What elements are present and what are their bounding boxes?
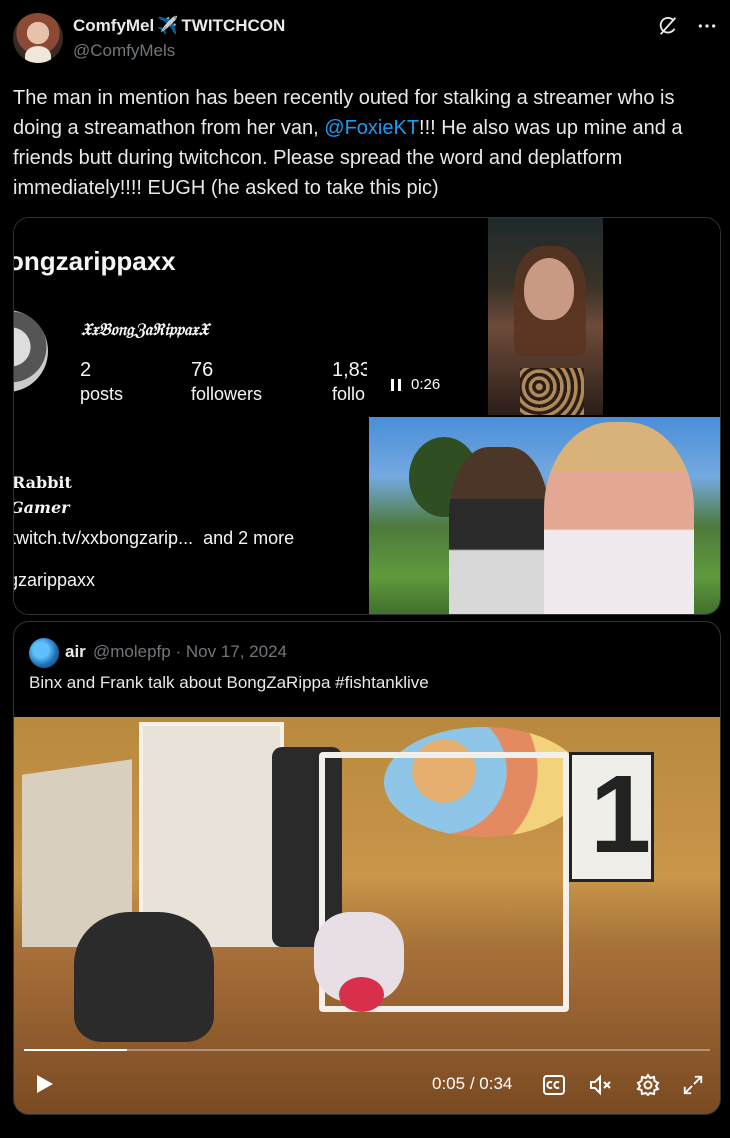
ig-fancy-name: 𝔛𝔵𝔅𝔬𝔫𝔤ℨ𝔞ℜ𝔦𝔭𝔭𝔞𝔵𝔛 [81,320,209,340]
author-name-suffix[interactable]: TWITCHCON [181,16,285,35]
video-media[interactable]: 0:26 [369,218,720,415]
scene-roses [339,977,384,1012]
video-thumbnail [488,218,603,415]
ig-handle-secondary: gzarippaxx [14,570,96,590]
video-progress-fill [24,1049,127,1051]
ig-followers-stat: 76 followers [191,359,262,405]
video-progress-bar[interactable] [24,1049,710,1051]
ig-avatar [14,310,48,392]
play-icon[interactable] [32,1072,56,1101]
scene-person-seated [74,912,214,1042]
quote-handle[interactable]: @molepfp [93,642,171,661]
author-display-name[interactable]: ComfyMel ✈️ TWITCHCON [73,16,285,36]
instagram-screenshot[interactable]: ongzarippaxx 𝔛𝔵𝔅𝔬𝔫𝔤ℨ𝔞ℜ𝔦𝔭𝔭𝔞𝔵𝔛 2 posts 76 … [14,218,367,614]
ig-posts-num: 2 [80,359,92,381]
ig-link-url: twitch.tv/xxbongzarip... [14,528,194,548]
video-current-time: 0:05 [432,1074,466,1093]
ig-following-label: follo [332,384,366,404]
video-duration: 0:34 [479,1074,513,1093]
quote-handle-date: @molepfp · Nov 17, 2024 [93,642,287,661]
quote-date[interactable]: Nov 17, 2024 [186,642,287,661]
thumb-face [524,258,574,320]
ig-bio-line2: Gamer [14,498,70,517]
grok-icon[interactable] [657,15,679,37]
ig-posts-label: posts [80,384,124,404]
ig-link-more: and 2 more [203,528,295,548]
author-name[interactable]: ComfyMel [73,16,154,35]
quote-author-name[interactable]: air [65,642,86,662]
airplane-icon: ✈️ [157,16,179,35]
ig-followers-label: followers [191,384,263,404]
ig-following-stat: 1,83 follo [332,359,367,405]
media-grid: ongzarippaxx 𝔛𝔵𝔅𝔬𝔫𝔤ℨ𝔞ℜ𝔦𝔭𝔭𝔞𝔵𝔛 2 posts 76 … [13,217,721,615]
poster-number: 1 [590,753,652,876]
quote-avatar[interactable] [29,638,59,668]
captions-icon[interactable] [542,1074,566,1101]
pause-icon[interactable] [391,378,401,391]
quote-text: Binx and Frank talk about BongZaRippa #f… [29,673,429,692]
fullscreen-icon[interactable] [682,1074,704,1101]
author-avatar[interactable] [13,13,63,63]
mute-icon[interactable] [588,1073,614,1102]
author-handle[interactable]: @ComfyMels [73,41,175,61]
ig-bio-line1: Rabbit [14,473,72,492]
settings-icon[interactable] [636,1073,660,1102]
thumb-top [520,368,584,415]
ig-posts-stat: 2 posts [80,359,123,405]
video-controls [542,1073,704,1102]
tweet-text: The man in mention has been recently out… [13,83,719,203]
video-timer-text: 0:26 [411,376,441,393]
more-icon[interactable] [697,16,717,36]
ig-username: ongzarippaxx [14,246,176,276]
quote-video-player[interactable]: 1 0:05 / 0:34 [14,717,720,1114]
tweet-header: ComfyMel ✈️ TWITCHCON @ComfyMels [13,13,717,65]
ig-link: twitch.tv/xxbongzarip... and 2 more [14,528,294,549]
video-time-separator: / [469,1074,475,1093]
mention-link[interactable]: @FoxieKT [324,117,419,139]
ig-followers-num: 76 [191,359,214,381]
photo-woman [544,422,694,614]
video-time: 0:05 / 0:34 [432,1074,512,1094]
quoted-tweet[interactable]: air @molepfp · Nov 17, 2024 Binx and Fra… [13,621,721,1115]
scene-poster: 1 [569,752,654,882]
photo-man [449,447,549,614]
selfie-photo[interactable] [369,417,720,614]
ig-following-num: 1,83 [332,359,367,381]
video-timer: 0:26 [391,376,440,393]
header-actions [657,15,717,37]
